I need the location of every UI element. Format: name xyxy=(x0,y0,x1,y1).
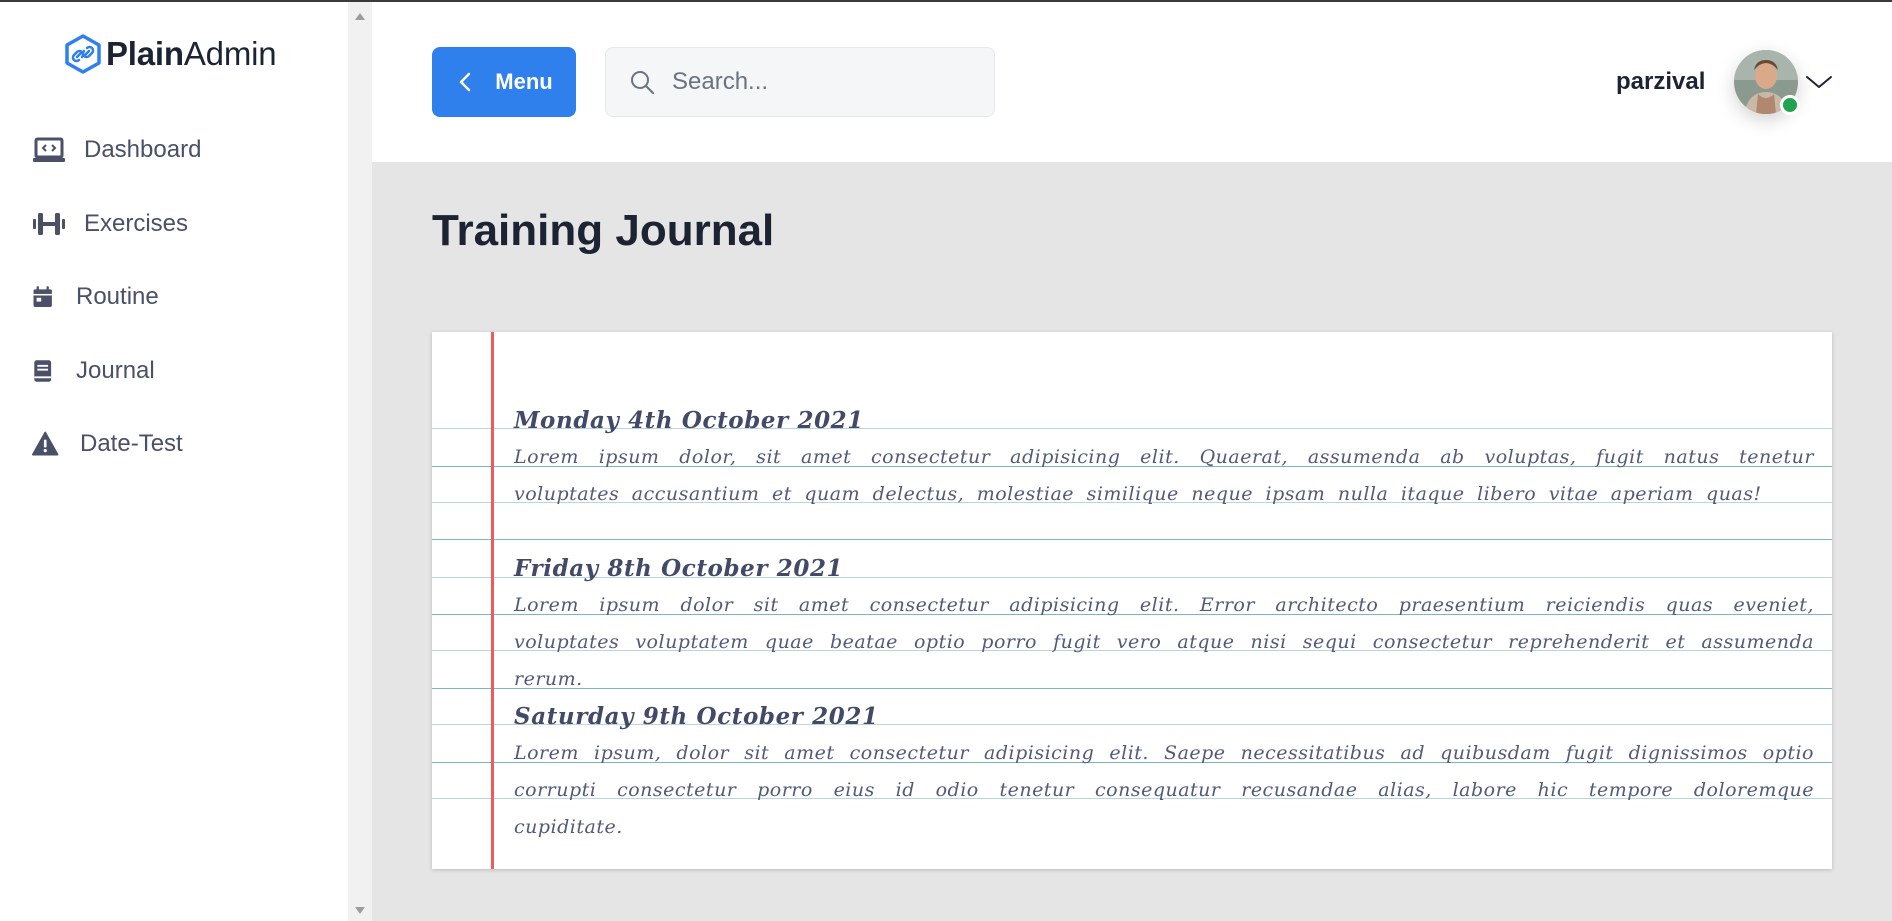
menu-button[interactable]: Menu xyxy=(432,47,576,117)
warning-triangle-icon xyxy=(32,431,59,456)
entry-text: Lorem ipsum dolor, sit amet consectetur … xyxy=(514,446,1814,505)
sidebar-item-routine[interactable]: Routine xyxy=(32,277,159,317)
sidebar-item-label: Dashboard xyxy=(84,136,202,163)
entry-date: Friday 8th October 2021 xyxy=(514,555,844,582)
sidebar-item-journal[interactable]: Journal xyxy=(32,351,155,391)
laptop-code-icon xyxy=(33,137,65,162)
sidebar-item-dashboard[interactable]: Dashboard xyxy=(32,130,201,170)
paper-margin-line xyxy=(491,332,494,869)
journal-entry: Friday 8th October 2021 Lorem ipsum dolo… xyxy=(514,550,1814,698)
journal-entry: Monday 4th October 2021 Lorem ipsum dolo… xyxy=(514,402,1814,513)
chevron-left-icon xyxy=(460,72,471,92)
entry-date: Saturday 9th October 2021 xyxy=(514,703,879,730)
search-box[interactable] xyxy=(605,47,995,117)
menu-button-label: Menu xyxy=(495,69,553,94)
sidebar-item-exercises[interactable]: Exercises xyxy=(32,204,188,244)
logo-text-bold: Plain xyxy=(106,35,184,72)
sidebar-item-label: Routine xyxy=(76,283,159,310)
dumbbell-icon xyxy=(33,213,65,235)
entry-date: Monday 4th October 2021 xyxy=(514,407,864,434)
logo-text: PlainAdmin xyxy=(106,35,277,73)
calendar-icon xyxy=(33,286,52,307)
journal-entry: Saturday 9th October 2021 Lorem ipsum, d… xyxy=(514,698,1814,846)
scroll-down-arrow-icon[interactable] xyxy=(355,907,365,914)
journal-paper: Monday 4th October 2021 Lorem ipsum dolo… xyxy=(432,332,1832,869)
chevron-down-icon[interactable] xyxy=(1804,72,1834,92)
sidebar-scrollbar[interactable] xyxy=(348,2,372,921)
sidebar-item-date-test[interactable]: Date-Test xyxy=(32,424,183,464)
logo[interactable]: PlainAdmin xyxy=(62,34,277,74)
logo-text-light: Admin xyxy=(183,35,277,72)
logo-icon xyxy=(65,34,101,74)
search-input[interactable] xyxy=(672,68,972,96)
book-icon xyxy=(34,360,52,382)
sidebar-item-label: Date-Test xyxy=(80,430,183,457)
avatar[interactable] xyxy=(1734,50,1800,115)
entry-text: Lorem ipsum dolor sit amet consectetur a… xyxy=(514,594,1814,690)
search-icon xyxy=(631,71,654,94)
sidebar-item-label: Journal xyxy=(76,357,155,384)
page-title: Training Journal xyxy=(432,206,775,255)
scroll-up-arrow-icon[interactable] xyxy=(355,13,365,20)
user-name[interactable]: parzival xyxy=(1616,68,1705,96)
top-header: Menu parzival xyxy=(372,2,1892,162)
entry-text: Lorem ipsum, dolor sit amet consectetur … xyxy=(514,742,1814,838)
sidebar: PlainAdmin Dashboard Exercises Routine J… xyxy=(0,2,348,921)
sidebar-item-label: Exercises xyxy=(84,210,189,237)
online-status-indicator xyxy=(1780,95,1800,115)
